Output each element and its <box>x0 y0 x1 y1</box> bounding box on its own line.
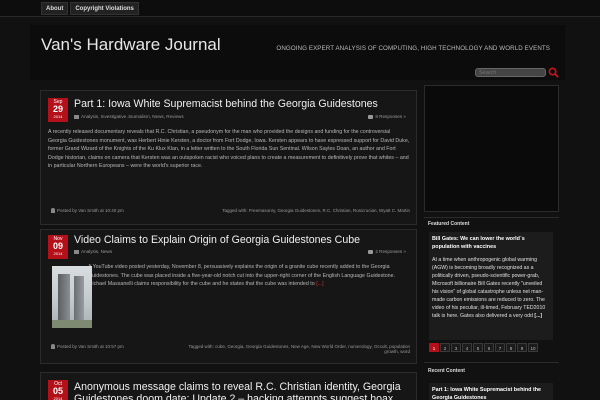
page-7[interactable]: 7 <box>495 343 505 352</box>
post-author: Posted by Van Smith at 10:40 pm <box>51 208 124 214</box>
post-footer: Posted by Van Smith at 10:57 pm Tagged w… <box>51 344 410 354</box>
top-nav: About Copyright Violations <box>0 0 600 17</box>
search-icon[interactable] <box>548 67 559 78</box>
page-1[interactable]: 1 <box>429 343 439 352</box>
page-9[interactable]: 9 <box>517 343 527 352</box>
date-badge: Oct 05 2014 <box>48 380 68 400</box>
featured-heading: Featured Content <box>428 221 470 227</box>
post-list: Sep 29 2014 Part 1: Iowa White Supremaci… <box>40 85 417 400</box>
post-title[interactable]: Part 1: Iowa White Supremacist behind th… <box>74 98 378 110</box>
post-excerpt: A YouTube video posted yesterday, Novemb… <box>88 264 396 288</box>
page-6[interactable]: 6 <box>484 343 494 352</box>
sidebar: Featured Content Bill Gates: We can lowe… <box>424 85 559 400</box>
nav-about[interactable]: About <box>41 1 69 15</box>
post-categories: Analysis, Investigative Journalism, News… <box>74 114 184 119</box>
comment-icon <box>368 249 374 254</box>
site-title[interactable]: Van's Hardware Journal <box>41 35 221 55</box>
site-tagline: ONGOING EXPERT ANALYSIS OF COMPUTING, HI… <box>276 45 550 52</box>
page-2[interactable]: 2 <box>440 343 450 352</box>
post-title[interactable]: Anonymous message claims to reveal R.C. … <box>74 381 409 400</box>
post: Oct 05 2014 Anonymous message claims to … <box>40 372 417 400</box>
post-excerpt: A recently released documentary reveals … <box>48 129 410 170</box>
post-categories: Analysis, News <box>74 249 112 254</box>
post-tags[interactable]: Tagged with: Freemasonry, Georgia Guides… <box>222 208 410 213</box>
post-author: Posted by Van Smith at 10:57 pm <box>51 344 124 354</box>
person-icon <box>51 344 55 350</box>
post-tags[interactable]: Tagged with: cube, Georgia, Georgia Guid… <box>180 344 410 354</box>
person-icon <box>51 208 55 214</box>
post-footer: Posted by Van Smith at 10:40 pm Tagged w… <box>51 208 410 214</box>
recent-heading: Recent Content <box>428 368 465 374</box>
page-4[interactable]: 4 <box>462 343 472 352</box>
featured-item[interactable]: Bill Gates: We can lower the world`s pop… <box>429 232 553 340</box>
post-comments[interactable]: 2 Responses » <box>368 249 406 254</box>
featured-more-link[interactable]: [...] <box>534 313 542 319</box>
page-3[interactable]: 3 <box>451 343 461 352</box>
featured-text: At a time when anthropogenic global warm… <box>432 257 546 319</box>
folder-icon <box>74 249 79 254</box>
post: Nov 09 2014 Video Claims to Explain Orig… <box>40 229 417 364</box>
date-badge: Sep 29 2014 <box>48 98 68 122</box>
featured-pager: 1 2 3 4 5 6 7 8 9 10 <box>429 343 539 352</box>
nav-copyright-violations[interactable]: Copyright Violations <box>70 1 139 15</box>
divider <box>424 217 559 218</box>
page-8[interactable]: 8 <box>506 343 516 352</box>
page-5[interactable]: 5 <box>473 343 483 352</box>
page-10[interactable]: 10 <box>528 343 538 352</box>
post-title[interactable]: Video Claims to Explain Origin of Georgi… <box>74 234 360 246</box>
date-badge: Nov 09 2014 <box>48 235 68 259</box>
featured-title[interactable]: Bill Gates: We can lower the world`s pop… <box>432 235 550 251</box>
read-more-link[interactable]: [...] <box>316 281 323 287</box>
post: Sep 29 2014 Part 1: Iowa White Supremaci… <box>40 90 417 225</box>
ad-box <box>424 85 559 212</box>
recent-item[interactable]: Part 1: Iowa White Supremacist behind th… <box>429 383 553 400</box>
divider <box>424 362 559 363</box>
search-input[interactable] <box>475 68 546 77</box>
comment-icon <box>368 114 374 119</box>
post-thumbnail[interactable] <box>52 266 92 328</box>
folder-icon <box>74 114 79 119</box>
post-comments[interactable]: 8 Responses » <box>368 114 406 119</box>
